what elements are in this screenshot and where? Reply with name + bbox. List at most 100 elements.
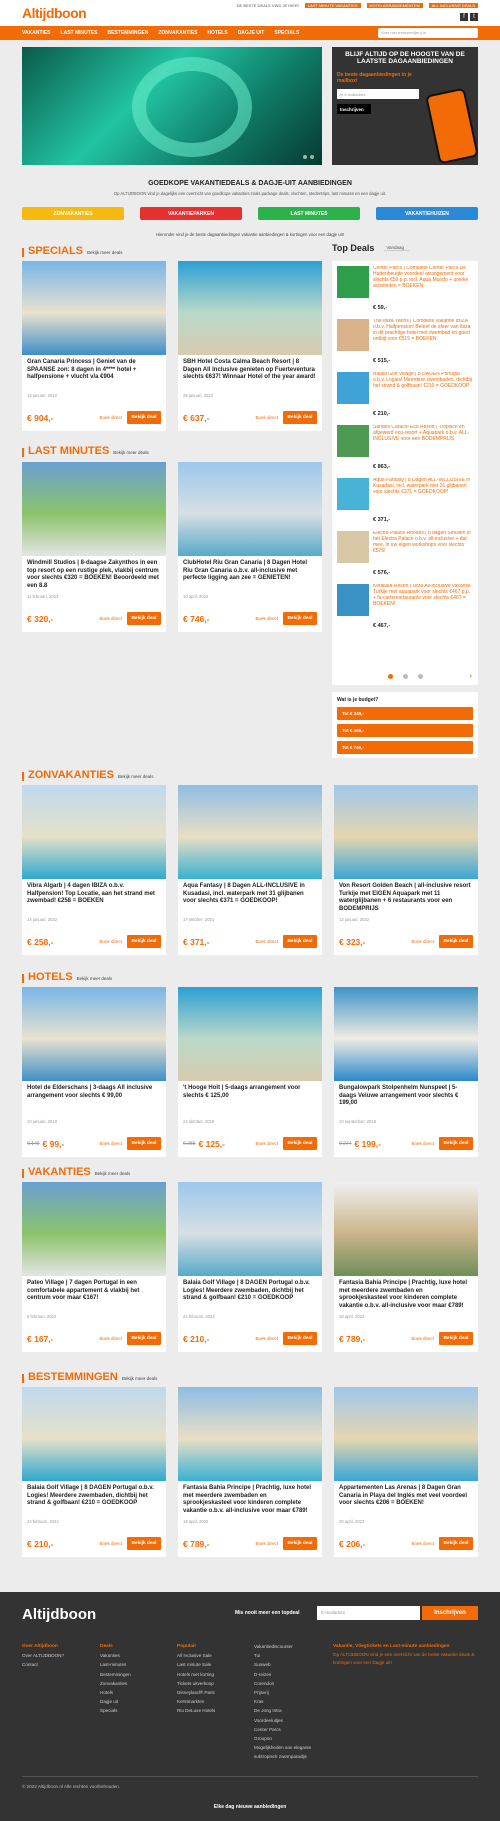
footer-link[interactable]: Specials xyxy=(100,1706,131,1715)
budget-option[interactable]: Tot € 249,- xyxy=(337,707,473,720)
view-deal-button[interactable]: Bekijk deal xyxy=(439,935,473,948)
more-deals-link[interactable]: Bekijk meer deals xyxy=(87,250,123,255)
top-deal-thumb[interactable] xyxy=(337,478,369,510)
deal-card[interactable]: Bungalowpark Stolpenhelm Nunspeet | 5-da… xyxy=(334,987,478,1157)
footer-link[interactable]: Mogelijkheden van elegante subtropisch z… xyxy=(254,1743,329,1761)
view-deal-button[interactable]: Bekijk deal xyxy=(283,935,317,948)
top-deals-pagination[interactable] xyxy=(332,674,478,679)
footer-link[interactable]: Kras xyxy=(254,1697,329,1706)
deal-card[interactable]: Aqua Fantasy | 8 Dagen ALL-INCLUSIVE in … xyxy=(178,785,322,955)
deal-image[interactable] xyxy=(334,987,478,1081)
book-direct-link[interactable]: Boek direct xyxy=(411,1336,434,1341)
footer-link[interactable]: Groupon xyxy=(254,1734,329,1743)
deal-title[interactable]: Von Resort Golden Beach | all-inclusive … xyxy=(334,879,478,917)
facebook-icon[interactable]: f xyxy=(460,13,468,21)
top-deal-item[interactable]: Electra Palace Rhodes | 8 dagen Smullen … xyxy=(337,531,473,584)
deal-card[interactable]: Hotel de Elderschans | 3-daags All inclu… xyxy=(22,987,166,1157)
top-deal-title[interactable]: Electra Palace Rhodes | 8 dagen Smullen … xyxy=(373,531,473,569)
deal-image[interactable] xyxy=(178,1182,322,1276)
footer-link[interactable]: D-reizen xyxy=(254,1670,329,1679)
view-deal-button[interactable]: Bekijk deal xyxy=(127,1137,161,1150)
deal-image[interactable] xyxy=(22,462,166,556)
book-direct-link[interactable]: Boek direct xyxy=(255,415,278,420)
deal-title[interactable]: Pateo Village | 7 dagen Portugal in een … xyxy=(22,1276,166,1314)
top-deals-filter[interactable]: Vandaag xyxy=(384,245,411,251)
newsletter-subscribe-button[interactable]: Inschrijven xyxy=(337,103,371,114)
deal-title[interactable]: Bungalowpark Stolpenhelm Nunspeet | 5-da… xyxy=(334,1081,478,1119)
book-direct-link[interactable]: Boek direct xyxy=(255,616,278,621)
nav-item-hotels[interactable]: HOTELS xyxy=(207,30,227,36)
nav-item-bestemmingen[interactable]: BESTEMMINGEN xyxy=(107,30,148,36)
view-deal-button[interactable]: Bekijk deal xyxy=(127,612,161,625)
deal-card[interactable]: Balaia Golf Village | 8 DAGEN Portugal o… xyxy=(22,1387,166,1557)
nav-item-specials[interactable]: SPECIALS xyxy=(274,30,299,36)
footer-link[interactable]: Over ALTIJDBOON? xyxy=(22,1651,64,1660)
deal-card[interactable]: Pateo Village | 7 dagen Portugal in een … xyxy=(22,1182,166,1352)
top-deal-title[interactable]: Sandos Caracol Eco Resort | Tropisch en … xyxy=(373,425,473,463)
footer-link[interactable]: Tui xyxy=(254,1651,329,1660)
deal-title[interactable]: Appartementen Las Arenas | 8 Dagen Gran … xyxy=(334,1481,478,1519)
deal-image[interactable] xyxy=(178,261,322,355)
top-deal-thumb[interactable] xyxy=(337,531,369,563)
book-direct-link[interactable]: Boek direct xyxy=(99,616,122,621)
top-link[interactable]: HOTELARRANGEMENTEN xyxy=(366,3,423,8)
nav-item-dagje-uit[interactable]: DAGJE UIT xyxy=(238,30,265,36)
slider-dots[interactable] xyxy=(303,155,314,159)
deal-image[interactable] xyxy=(178,462,322,556)
top-deal-title[interactable]: Balaia Golf Village | 8 DAGEN Portugal o… xyxy=(373,372,473,410)
deal-image[interactable] xyxy=(22,261,166,355)
deal-title[interactable]: ClubHotel Riu Gran Canaria | 8 Dagen Hot… xyxy=(178,556,322,594)
nav-item-last-minutes[interactable]: LAST MINUTES xyxy=(61,30,98,36)
book-direct-link[interactable]: Boek direct xyxy=(255,939,278,944)
top-deal-title[interactable]: Aqua Fantasy | 8 Dagen ALL-INCLUSIVE in … xyxy=(373,478,473,516)
book-direct-link[interactable]: Boek direct xyxy=(99,415,122,420)
footer-link[interactable]: Vakanties xyxy=(100,1651,131,1660)
book-direct-link[interactable]: Boek direct xyxy=(255,1541,278,1546)
book-direct-link[interactable]: Boek direct xyxy=(411,939,434,944)
footer-email-input[interactable]: E-mailadres xyxy=(317,1606,420,1620)
book-direct-link[interactable]: Boek direct xyxy=(411,1141,434,1146)
top-deal-item[interactable]: Center Parcs | Complete Center Parcs De … xyxy=(337,266,473,319)
view-deal-button[interactable]: Bekijk deal xyxy=(127,1332,161,1345)
deal-title[interactable]: Balaia Golf Village | 8 DAGEN Portugal o… xyxy=(178,1276,322,1314)
budget-option[interactable]: Tot € 499,- xyxy=(337,724,473,737)
footer-link[interactable]: Contact xyxy=(22,1660,64,1669)
view-deal-button[interactable]: Bekijk deal xyxy=(283,612,317,625)
deal-image[interactable] xyxy=(22,987,166,1081)
deal-card[interactable]: Windmill Studios | 8-daagse Zakynthos in… xyxy=(22,462,166,632)
deal-title[interactable]: Gran Canaria Princess | Geniet van de SP… xyxy=(22,355,166,393)
category-button[interactable]: LAST MINUTES xyxy=(258,207,360,220)
search-input[interactable]: Voer hier trefwoord(en) in xyxy=(378,28,478,38)
footer-link[interactable]: Voordeeluitjes xyxy=(254,1716,329,1725)
deal-image[interactable] xyxy=(178,1387,322,1481)
deal-title[interactable]: Hotel de Elderschans | 3-daags All inclu… xyxy=(22,1081,166,1119)
footer-link[interactable]: Bestemmingen xyxy=(100,1670,131,1679)
category-button[interactable]: VAKANTIEHUIZEN xyxy=(376,207,478,220)
category-button[interactable]: VAKANTIEPARKEN xyxy=(140,207,242,220)
deal-title[interactable]: Aqua Fantasy | 8 Dagen ALL-INCLUSIVE in … xyxy=(178,879,322,917)
top-deal-title[interactable]: The Ibiza Twiins | Complete vakantie IBI… xyxy=(373,319,473,357)
more-deals-link[interactable]: Bekijk meer deals xyxy=(118,774,154,779)
top-deal-thumb[interactable] xyxy=(337,319,369,351)
top-deal-thumb[interactable] xyxy=(337,266,369,298)
view-deal-button[interactable]: Bekijk deal xyxy=(439,1137,473,1150)
footer-link[interactable]: All Inclusive Sale xyxy=(177,1651,215,1660)
more-deals-link[interactable]: Bekijk meer deals xyxy=(122,1376,158,1381)
deal-card[interactable]: Vibra Algarb | 4 dagen IBIZA o.b.v. Half… xyxy=(22,785,166,955)
footer-link[interactable]: Center Parcs xyxy=(254,1725,329,1734)
top-deal-title[interactable]: Center Parcs | Complete Center Parcs De … xyxy=(373,266,473,304)
footer-link[interactable]: Zonvakanties xyxy=(100,1679,131,1688)
book-direct-link[interactable]: Boek direct xyxy=(99,1336,122,1341)
footer-link[interactable]: Prijsvrij xyxy=(254,1688,329,1697)
top-link[interactable]: LAST MINUTE VAKANTIES xyxy=(304,3,361,8)
top-deal-item[interactable]: The Ibiza Twiins | Complete vakantie IBI… xyxy=(337,319,473,372)
top-deal-title[interactable]: Kefaluka Resort | Ultra All-inclusive va… xyxy=(373,584,473,622)
book-direct-link[interactable]: Boek direct xyxy=(99,1141,122,1146)
deal-image[interactable] xyxy=(334,1182,478,1276)
footer-link[interactable]: Last-minutes xyxy=(100,1660,131,1669)
footer-link[interactable]: Dagje uit xyxy=(100,1697,131,1706)
footer-link[interactable]: Tickets uitverkoop xyxy=(177,1679,215,1688)
view-deal-button[interactable]: Bekijk deal xyxy=(283,411,317,424)
deal-card[interactable]: Fantasia Bahia Principe | Prachtig, luxe… xyxy=(334,1182,478,1352)
deal-card[interactable]: Appartementen Las Arenas | 8 Dagen Gran … xyxy=(334,1387,478,1557)
